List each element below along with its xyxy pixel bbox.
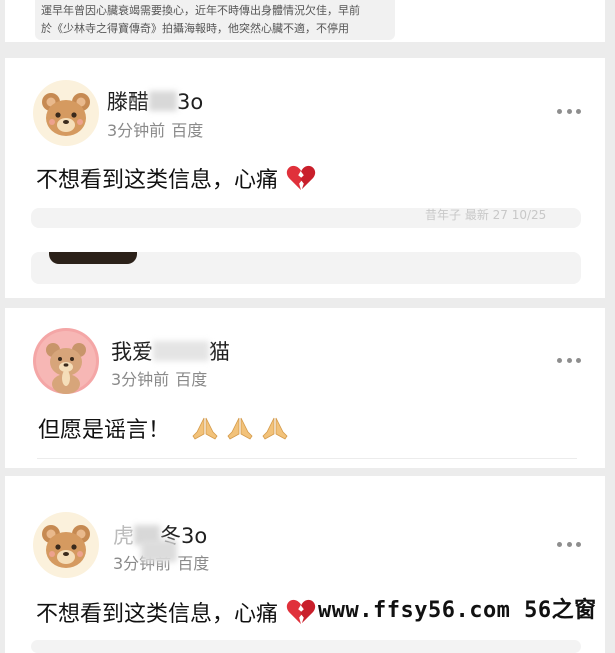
- comment-source: 百度: [171, 121, 204, 140]
- broken-heart-icon: [286, 165, 316, 191]
- username[interactable]: 我爱 猫: [111, 336, 230, 366]
- praying-hands-icon: [192, 417, 218, 440]
- username-visible: 我爱: [111, 340, 153, 364]
- avatar[interactable]: [33, 328, 99, 394]
- comment-text: 不想看到这类信息，心痛: [36, 596, 316, 628]
- article-snippet-line-2: 於《少林寺之得寶傳奇》拍攝海報時，他突然心臟不適，不停用: [41, 22, 349, 35]
- comment-meta: 3分钟前 百度: [111, 366, 207, 390]
- comment-card-1: 滕醋 3o 3分钟前 百度 不想看到这类信息，心痛 昔年子 最新 27 10/25: [5, 58, 605, 298]
- praying-hands-icons: [191, 417, 289, 443]
- meta-blur: [141, 540, 177, 562]
- quoted-reply-box[interactable]: [31, 640, 581, 653]
- username-suffix: 猫: [209, 340, 230, 364]
- more-options-icon[interactable]: [557, 107, 581, 115]
- username-blur: [149, 91, 177, 111]
- bear-avatar-icon: [33, 512, 99, 578]
- comment-source: 百度: [175, 370, 208, 389]
- comment-text: 但愿是谣言！: [38, 412, 289, 444]
- praying-hands-icon: [227, 417, 253, 440]
- more-options-icon[interactable]: [557, 356, 581, 364]
- comment-text-content: 不想看到这类信息，心痛: [36, 168, 279, 193]
- comment-text-content: 不想看到这类信息，心痛: [36, 602, 279, 627]
- article-snippet-card: 運早年曾因心臟衰竭需要換心，近年不時傳出身體情況欠佳，早前 於《少林寺之得寶傳奇…: [5, 0, 605, 42]
- comment-source: 百度: [177, 554, 210, 573]
- watermark: www.ffsy56.com 56之窗: [318, 598, 597, 623]
- bear-avatar-icon: [33, 80, 99, 146]
- comment-text: 不想看到这类信息，心痛: [36, 162, 316, 194]
- comment-time: 3分钟前: [107, 121, 166, 140]
- username-blur: [153, 341, 209, 361]
- username-visible: 滕醋: [107, 90, 149, 114]
- article-snippet-line-1: 運早年曾因心臟衰竭需要換心，近年不時傳出身體情況欠佳，早前: [41, 4, 360, 17]
- username-visible: 虎: [113, 524, 134, 548]
- more-options-icon[interactable]: [557, 540, 581, 548]
- comment-card-3: 虎冬3o 3分钟前 百度 不想看到这类信息，心痛: [5, 476, 605, 653]
- username[interactable]: 滕醋 3o: [107, 86, 203, 116]
- bear-praying-avatar-icon: [33, 328, 99, 394]
- faded-meta: 昔年子 最新 27 10/25: [425, 208, 547, 222]
- divider: [37, 458, 577, 459]
- comment-time: 3分钟前: [111, 370, 170, 389]
- praying-hands-icon: [262, 417, 288, 440]
- comment-meta: 3分钟前 百度: [107, 117, 203, 141]
- comment-text-content: 但愿是谣言！: [38, 418, 171, 443]
- avatar[interactable]: [33, 80, 99, 146]
- username-suffix: 3o: [177, 90, 204, 114]
- comment-card-2: 我爱 猫 3分钟前 百度 但愿是谣言！: [5, 308, 605, 468]
- broken-heart-icon: [286, 599, 316, 625]
- reply-thumbnail[interactable]: [49, 252, 137, 264]
- avatar[interactable]: [33, 512, 99, 578]
